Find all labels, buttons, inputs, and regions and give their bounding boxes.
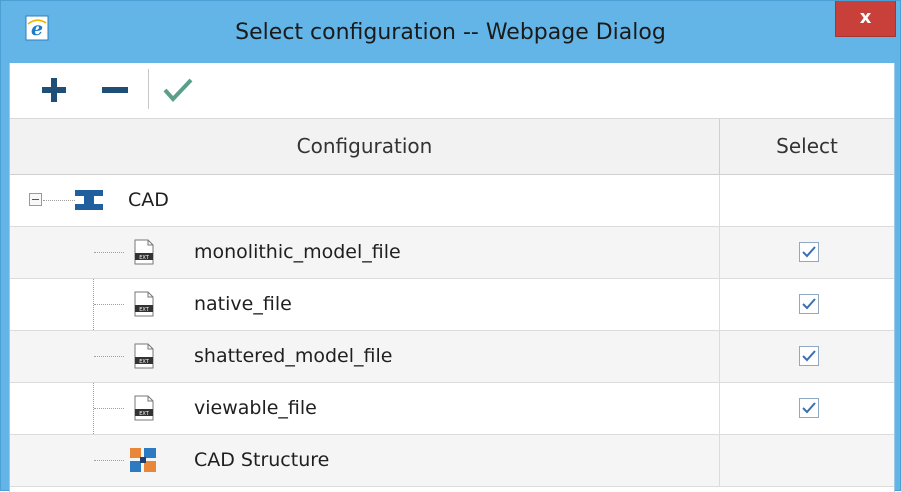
tree-item-label: CAD (128, 189, 169, 211)
check-icon (163, 78, 193, 102)
configuration-grid: Configuration Select CAD EXT monolithic_… (10, 119, 894, 492)
tree-item-label: monolithic_model_file (194, 241, 401, 263)
grid-header: Configuration Select (10, 119, 894, 175)
svg-text:EXT: EXT (139, 411, 149, 417)
tree-connector (94, 304, 124, 305)
svg-text:EXT: EXT (139, 359, 149, 365)
tree-connector (43, 200, 75, 201)
minus-icon (102, 87, 128, 93)
cad-structure-icon (130, 448, 156, 472)
tree-item-label: native_file (194, 293, 292, 315)
cad-assembly-icon (75, 190, 103, 210)
checkmark-icon (802, 298, 816, 310)
tree-row-shattered-model-file[interactable]: EXT shattered_model_file (10, 331, 894, 383)
close-button[interactable]: x (835, 1, 896, 37)
tree-item-label: CAD Structure (194, 449, 330, 471)
tree-row-native-file[interactable]: EXT native_file (10, 279, 894, 331)
toolbar-separator (148, 69, 149, 109)
cell-divider (719, 175, 720, 227)
select-checkbox[interactable] (799, 242, 819, 262)
ext-file-icon: EXT (134, 343, 154, 369)
select-checkbox[interactable] (799, 398, 819, 418)
checkmark-icon (802, 246, 816, 258)
cell-divider (719, 227, 720, 279)
cell-divider (719, 279, 720, 331)
cell-divider (719, 435, 720, 487)
tree-row-cad-structure[interactable]: CAD Structure (10, 435, 894, 487)
cell-divider (719, 383, 720, 435)
ok-button[interactable] (160, 63, 200, 118)
toolbar (10, 63, 894, 119)
plus-icon (42, 78, 66, 102)
add-button[interactable] (36, 63, 76, 118)
checkmark-icon (802, 350, 816, 362)
tree-row-viewable-file[interactable]: EXT viewable_file (10, 383, 894, 435)
tree-item-label: shattered_model_file (194, 345, 393, 367)
close-icon: x (859, 7, 872, 28)
remove-button[interactable] (98, 63, 138, 118)
title-bar[interactable]: e Select configuration -- Webpage Dialog… (1, 1, 900, 63)
tree-connector (94, 252, 124, 253)
window-title: Select configuration -- Webpage Dialog (235, 20, 666, 45)
tree-row-monolithic-model-file[interactable]: EXT monolithic_model_file (10, 227, 894, 279)
dialog-window: e Select configuration -- Webpage Dialog… (0, 0, 901, 492)
column-header-select[interactable]: Select (720, 119, 894, 174)
svg-text:EXT: EXT (139, 255, 149, 261)
collapse-toggle-icon[interactable] (29, 193, 42, 206)
ext-file-icon: EXT (134, 291, 154, 317)
dialog-content: Configuration Select CAD EXT monolithic_… (9, 63, 895, 492)
tree-row-cad[interactable]: CAD (10, 175, 894, 227)
svg-text:EXT: EXT (139, 307, 149, 313)
cell-divider (719, 331, 720, 383)
tree-connector (94, 356, 124, 357)
select-checkbox[interactable] (799, 294, 819, 314)
ext-file-icon: EXT (134, 395, 154, 421)
column-header-configuration[interactable]: Configuration (10, 119, 720, 174)
select-checkbox[interactable] (799, 346, 819, 366)
tree-connector (94, 460, 124, 461)
tree-item-label: viewable_file (194, 397, 317, 419)
tree-connector (94, 408, 124, 409)
checkmark-icon (802, 402, 816, 414)
ext-file-icon: EXT (134, 239, 154, 265)
